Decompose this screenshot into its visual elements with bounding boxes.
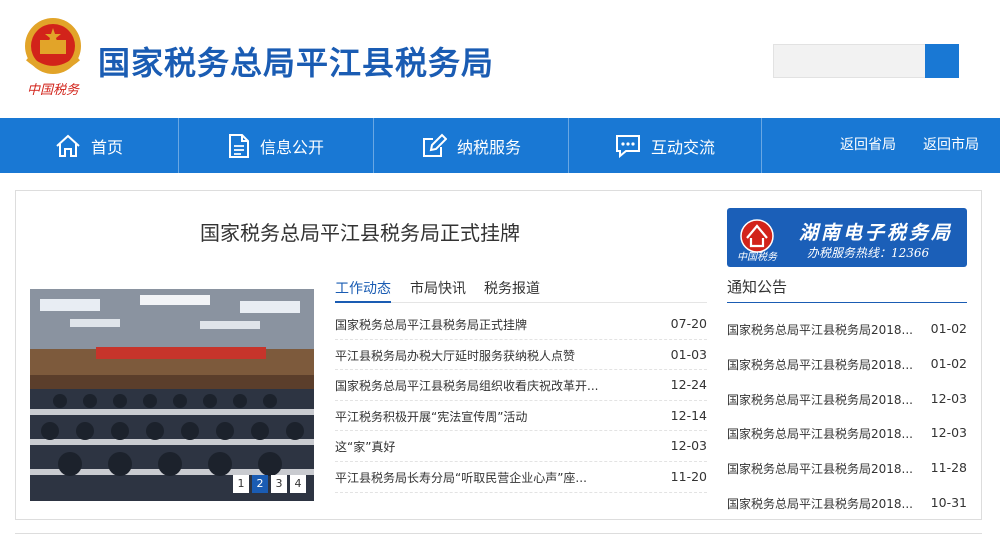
news-title: 平江县税务局办税大厅延时服务获纳税人点赞 xyxy=(335,348,576,363)
search-input[interactable] xyxy=(773,44,925,78)
news-date: 12-03 xyxy=(670,438,707,454)
news-item[interactable]: 国家税务总局平江县税务局组织收看庆祝改革开... 12-24 xyxy=(335,370,707,401)
notice-item[interactable]: 国家税务总局平江县税务局2018... 12-03 xyxy=(727,380,967,415)
tab-city-bulletin[interactable]: 市局快讯 xyxy=(410,278,466,303)
tab-work-news[interactable]: 工作动态 xyxy=(335,278,391,303)
news-title: 国家税务总局平江县税务局正式挂牌 xyxy=(335,318,528,332)
etax-hotline: 办税服务热线：12366 xyxy=(807,246,930,260)
nav-divider xyxy=(761,118,762,173)
carousel-pager: 1 2 3 4 xyxy=(233,475,306,493)
nav-item-info-disclosure[interactable]: 信息公开 xyxy=(179,118,373,173)
notice-title: 国家税务总局平江县税务局2018... xyxy=(727,392,913,407)
return-city-link[interactable]: 返回市局 xyxy=(923,118,979,173)
etax-brand: 中国税务 xyxy=(737,252,777,263)
news-item[interactable]: 平江税务积极开展“宪法宣传周”活动 12-14 xyxy=(335,401,707,432)
carousel-dot[interactable]: 4 xyxy=(290,475,306,493)
news-date: 12-14 xyxy=(670,407,707,423)
news-tabs: 工作动态 市局快讯 税务报道 xyxy=(335,278,707,303)
notice-item[interactable]: 国家税务总局平江县税务局2018... 01-02 xyxy=(727,310,967,345)
nav-label: 首页 xyxy=(90,137,123,157)
etax-title: 湖南电子税务局 xyxy=(799,222,954,244)
home-icon xyxy=(56,134,80,157)
main-nav: 首页 信息公开 纳税服务 互动交流 返回省局 返回市局 xyxy=(0,118,1000,173)
news-title: 平江县税务局长寿分局“听取民营企业心声”座... xyxy=(335,470,587,485)
notice-title: 国家税务总局平江县税务局2018... xyxy=(727,462,913,477)
notice-date: 12-03 xyxy=(930,425,967,441)
nav-item-interaction[interactable]: 互动交流 xyxy=(569,118,761,173)
notice-item[interactable]: 国家税务总局平江县税务局2018... 10-31 xyxy=(727,484,967,519)
carousel-dot[interactable]: 1 xyxy=(233,475,249,493)
chat-icon xyxy=(615,134,640,158)
notice-date: 01-02 xyxy=(930,355,967,371)
carousel-dot[interactable]: 3 xyxy=(271,475,287,493)
news-date: 11-20 xyxy=(670,468,707,484)
hunan-etax-banner[interactable]: 中国税务 湖南电子税务局 办税服务热线：12366 xyxy=(727,208,967,267)
notice-title: 国家税务总局平江县税务局2018... xyxy=(727,357,913,372)
headline-link[interactable]: 国家税务总局平江县税务局正式挂牌 xyxy=(200,217,520,246)
notice-date: 10-31 xyxy=(930,494,967,510)
nav-label: 纳税服务 xyxy=(456,137,521,157)
tax-emblem-logo[interactable]: 中国税务 xyxy=(20,14,86,100)
notice-date: 01-02 xyxy=(930,321,967,336)
notice-item[interactable]: 国家税务总局平江县税务局2018... 11-28 xyxy=(727,449,967,484)
notice-title: 国家税务总局平江县税务局2018... xyxy=(727,427,913,442)
nav-item-home[interactable]: 首页 xyxy=(0,118,178,173)
notice-title: 国家税务总局平江县税务局2018... xyxy=(727,496,913,511)
notice-list: 国家税务总局平江县税务局2018... 01-02 国家税务总局平江县税务局20… xyxy=(727,310,967,519)
news-title: 这“家”真好 xyxy=(335,440,396,455)
return-province-link[interactable]: 返回省局 xyxy=(840,118,896,173)
search-button[interactable] xyxy=(925,44,959,78)
notice-item[interactable]: 国家税务总局平江县税务局2018... 12-03 xyxy=(727,414,967,449)
notice-heading: 通知公告 xyxy=(727,276,967,303)
notice-date: 12-03 xyxy=(930,390,967,406)
news-title: 国家税务总局平江县税务局组织收看庆祝改革开... xyxy=(335,379,599,394)
news-item[interactable]: 平江县税务局办税大厅延时服务获纳税人点赞 01-03 xyxy=(335,340,707,371)
emblem-icon: 中国税务 xyxy=(25,18,81,98)
news-date: 07-20 xyxy=(670,316,707,331)
news-date: 12-24 xyxy=(670,377,707,393)
nav-item-tax-service[interactable]: 纳税服务 xyxy=(374,118,568,173)
edit-icon xyxy=(422,133,447,157)
news-item[interactable]: 这“家”真好 12-03 xyxy=(335,431,707,462)
news-list: 国家税务总局平江县税务局正式挂牌 07-20 平江县税务局办税大厅延时服务获纳税… xyxy=(335,309,707,493)
nav-label: 互动交流 xyxy=(650,137,715,157)
notice-title: 国家税务总局平江县税务局2018... xyxy=(727,323,913,337)
document-icon xyxy=(228,133,249,158)
news-item[interactable]: 平江县税务局长寿分局“听取民营企业心声”座... 11-20 xyxy=(335,462,707,493)
tab-tax-reports[interactable]: 税务报道 xyxy=(484,278,540,303)
carousel-dot-active[interactable]: 2 xyxy=(252,475,268,493)
notice-date: 11-28 xyxy=(930,460,967,476)
nav-label: 信息公开 xyxy=(259,137,324,157)
site-header: 中国税务 国家税务总局平江县税务局 xyxy=(0,0,1000,118)
news-item[interactable]: 国家税务总局平江县税务局正式挂牌 07-20 xyxy=(335,309,707,340)
news-date: 01-03 xyxy=(670,346,707,362)
news-title: 平江税务积极开展“宪法宣传周”活动 xyxy=(335,409,528,424)
notice-item[interactable]: 国家税务总局平江县税务局2018... 01-02 xyxy=(727,345,967,380)
meeting-photo xyxy=(30,289,314,501)
news-photo-carousel[interactable]: 1 2 3 4 xyxy=(30,289,314,501)
site-title: 国家税务总局平江县税务局 xyxy=(98,44,495,82)
svg-text:中国税务: 中国税务 xyxy=(27,83,80,98)
